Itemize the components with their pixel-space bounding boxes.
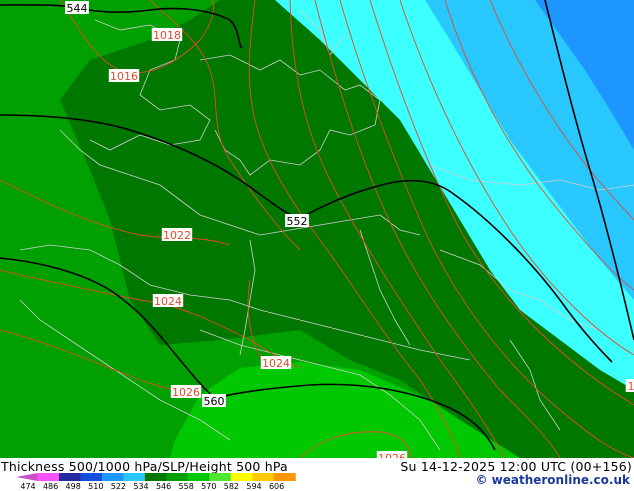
colorbar-swatch — [80, 473, 102, 481]
colorbar-swatch — [102, 473, 124, 481]
slp-label: 1016 — [110, 70, 138, 83]
colorbar-swatch — [209, 473, 231, 481]
height-label: 552 — [287, 215, 308, 228]
colorbar-swatch — [59, 473, 81, 481]
slp-label: 1 — [628, 380, 634, 393]
slp-label: 1024 — [154, 295, 182, 308]
map-title: Thickness 500/1000 hPa/SLP/Height 500 hP… — [1, 459, 288, 474]
thickness-map: 10181016102210241024102610261544552560 — [0, 0, 634, 458]
weather-map-view: 10181016102210241024102610261544552560 T… — [0, 0, 634, 490]
colorbar — [16, 473, 306, 481]
colorbar-swatch — [123, 473, 145, 481]
colorbar-swatch — [231, 473, 253, 481]
colorbar-swatch — [166, 473, 188, 481]
credit-text: © weatheronline.co.uk — [475, 473, 630, 487]
height-label: 560 — [204, 395, 225, 408]
colorbar-swatch — [274, 473, 296, 481]
colorbar-swatch — [188, 473, 210, 481]
slp-label: 1026 — [172, 386, 200, 399]
slp-label: 1024 — [262, 357, 290, 370]
height-label: 544 — [67, 2, 88, 15]
colorbar-swatch — [16, 473, 37, 481]
valid-time: Su 14-12-2025 12:00 UTC (00+156) — [400, 459, 632, 474]
map-footer: Thickness 500/1000 hPa/SLP/Height 500 hP… — [0, 458, 634, 490]
colorbar-swatch — [252, 473, 274, 481]
slp-label: 1018 — [153, 29, 181, 42]
colorbar-swatch — [37, 473, 59, 481]
colorbar-swatch — [145, 473, 167, 481]
slp-label: 1022 — [163, 229, 191, 242]
